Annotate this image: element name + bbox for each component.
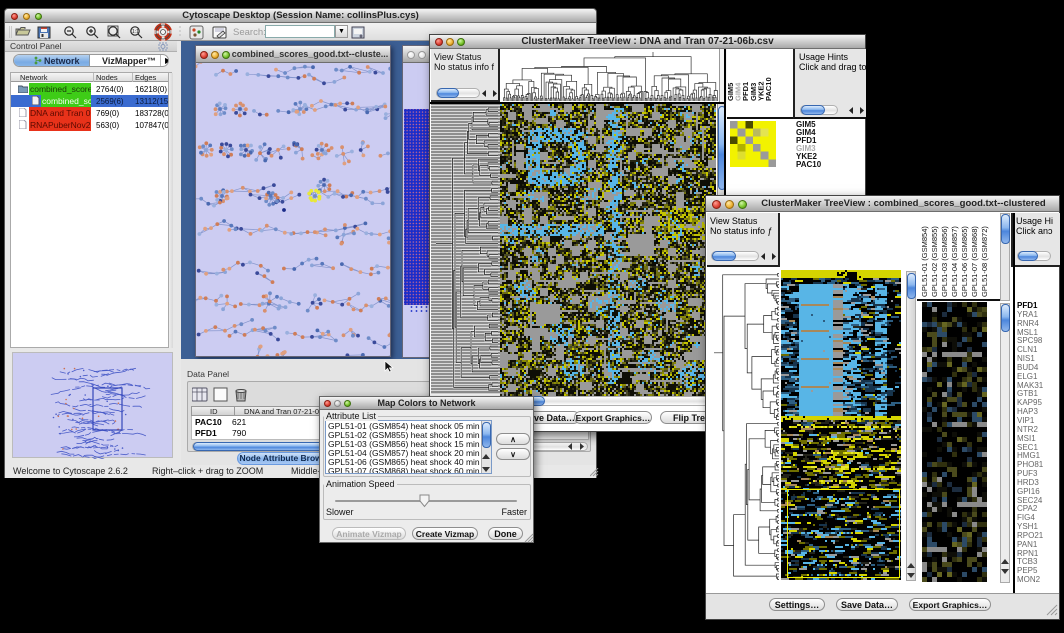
svg-text:PAC10: PAC10 — [764, 77, 773, 101]
svg-text:GPL51-06 (GSM865): GPL51-06 (GSM865) — [960, 226, 969, 297]
svg-text:GPL51-04 (GSM857): GPL51-04 (GSM857) — [950, 226, 959, 297]
svg-text:GPL51-02 (GSM855): GPL51-02 (GSM855) — [930, 226, 939, 297]
svg-text:GPL51-01 (GSM854): GPL51-01 (GSM854) — [920, 226, 929, 297]
svg-text:GPL51-07 (GSM868): GPL51-07 (GSM868) — [970, 226, 979, 297]
svg-text:1:1: 1:1 — [132, 29, 139, 35]
svg-text:GPL51-03 (GSM856): GPL51-03 (GSM856) — [940, 226, 949, 297]
svg-text:Search:: Search: — [233, 27, 266, 38]
svg-text:GPL51-08 (GSM872): GPL51-08 (GSM872) — [980, 226, 989, 297]
